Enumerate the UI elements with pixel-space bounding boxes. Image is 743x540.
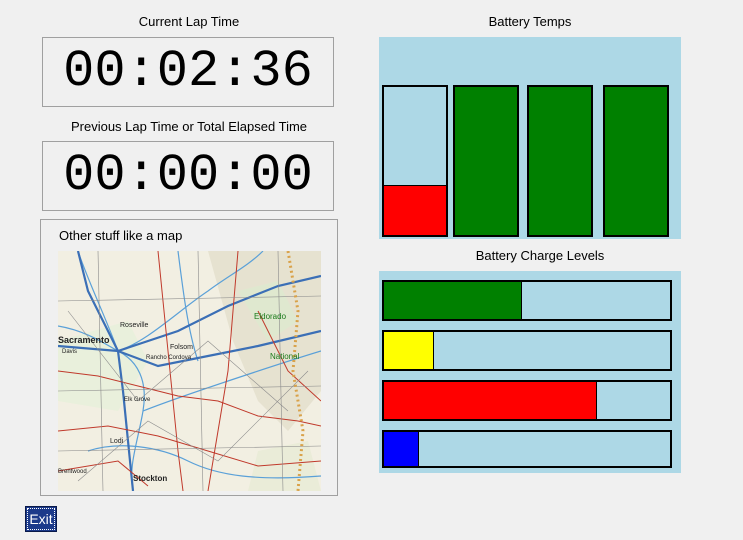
map-place-label: Brentwood — [58, 469, 87, 475]
road-map: Sacramento Roseville Folsom Eldorado Nat… — [58, 251, 321, 491]
map-place-label: National — [270, 352, 300, 361]
battery-charge-bar — [382, 330, 672, 371]
current-lap-label: Current Lap Time — [138, 14, 240, 29]
battery-temp-cell — [382, 85, 448, 237]
battery-temp-fill — [605, 87, 667, 235]
battery-temp-cell — [453, 85, 519, 237]
battery-charge-bar — [382, 280, 672, 321]
map-place-label: Stockton — [133, 474, 167, 483]
map-place-label: Rancho Cordova — [146, 355, 192, 361]
battery-charge-fill — [384, 282, 523, 319]
map-image: Sacramento Roseville Folsom Eldorado Nat… — [58, 251, 321, 491]
battery-charge-fill — [384, 382, 597, 419]
battery-charge-panel — [379, 271, 681, 473]
battery-charge-label: Battery Charge Levels — [475, 248, 605, 263]
battery-charge-fill — [384, 332, 434, 369]
battery-temp-fill — [384, 185, 446, 235]
battery-charge-bar — [382, 430, 672, 468]
battery-temps-label: Battery Temps — [488, 14, 572, 29]
exit-button[interactable]: Exit — [25, 506, 57, 532]
battery-temps-panel — [379, 37, 681, 239]
map-group: Other stuff like a map Sacramento Rosevi… — [40, 219, 338, 496]
previous-lap-time: 00:00:00 — [42, 141, 334, 211]
map-place-label: Elk Grove — [124, 397, 151, 403]
map-place-label: Folsom — [170, 344, 193, 351]
map-place-label: Eldorado — [254, 312, 287, 321]
battery-charge-bar — [382, 380, 672, 421]
battery-charge-fill — [384, 432, 420, 466]
battery-temp-fill — [529, 87, 591, 235]
current-lap-time: 00:02:36 — [42, 37, 334, 107]
battery-temp-cell — [603, 85, 669, 237]
battery-temp-cell — [527, 85, 593, 237]
map-label: Other stuff like a map — [59, 228, 183, 243]
previous-lap-label: Previous Lap Time or Total Elapsed Time — [70, 119, 308, 134]
battery-temp-fill — [455, 87, 517, 235]
map-place-label: Lodi — [110, 438, 124, 445]
map-place-label: Sacramento — [58, 335, 110, 345]
map-place-label: Roseville — [120, 322, 149, 329]
map-place-label: Davis — [62, 349, 77, 355]
